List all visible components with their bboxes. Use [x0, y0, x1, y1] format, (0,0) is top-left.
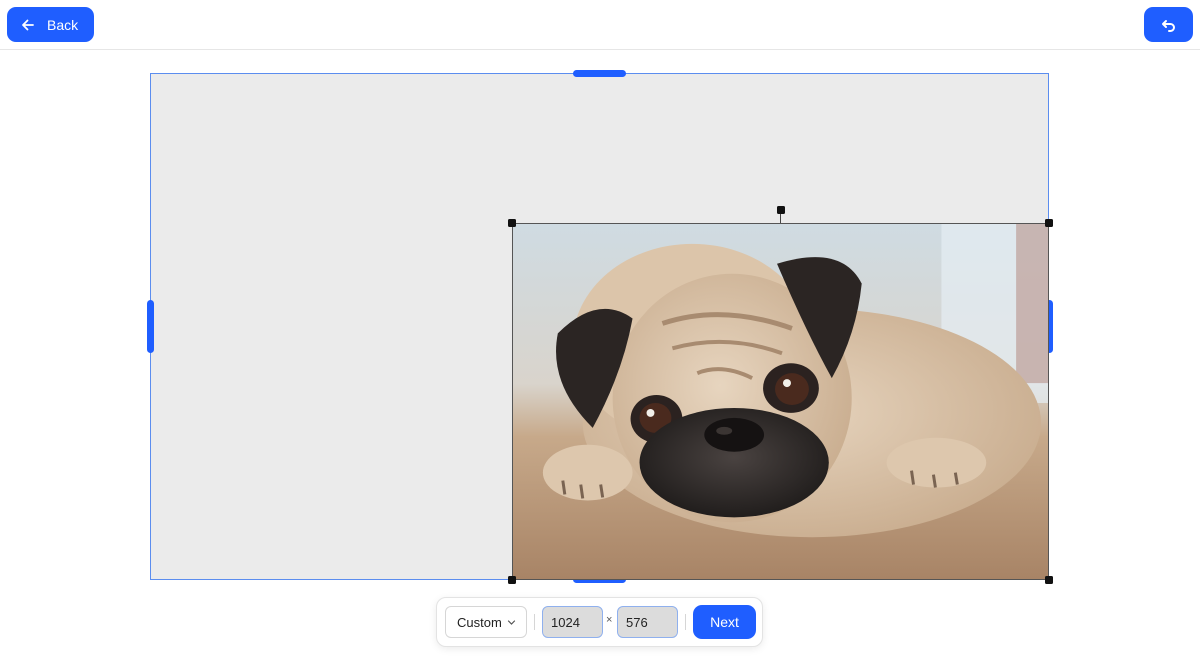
- size-toolbar: Custom 1024 × 576 Next: [436, 597, 763, 647]
- width-input[interactable]: 1024: [542, 606, 603, 638]
- aspect-ratio-value: Custom: [457, 614, 502, 630]
- height-input[interactable]: 576: [617, 606, 678, 638]
- canvas-resize-handle-top[interactable]: [573, 70, 626, 77]
- image-handle-top-right[interactable]: [1045, 219, 1053, 227]
- rotation-handle-stem: [780, 213, 781, 223]
- next-button[interactable]: Next: [693, 605, 756, 639]
- canvas-resize-handle-left[interactable]: [147, 300, 154, 353]
- arrow-left-icon: [22, 19, 34, 30]
- back-label: Back: [47, 16, 79, 33]
- width-value: 1024: [551, 614, 580, 630]
- top-bar: Back: [0, 0, 1200, 50]
- divider: [534, 614, 535, 630]
- aspect-ratio-select[interactable]: Custom: [445, 606, 527, 638]
- back-button[interactable]: Back: [7, 7, 94, 42]
- image-handle-bottom-right[interactable]: [1045, 576, 1053, 584]
- height-value: 576: [626, 614, 648, 630]
- image-handle-bottom-left[interactable]: [508, 576, 516, 584]
- image-handle-top-left[interactable]: [508, 219, 516, 227]
- chevron-down-icon: [507, 619, 515, 625]
- undo-button[interactable]: [1144, 7, 1193, 42]
- dimension-separator: ×: [606, 614, 613, 626]
- undo-icon: [1161, 19, 1175, 32]
- rotate-handle[interactable]: [777, 206, 785, 214]
- image-layer[interactable]: [512, 223, 1049, 580]
- divider: [685, 614, 686, 630]
- pug-photo: [513, 224, 1048, 579]
